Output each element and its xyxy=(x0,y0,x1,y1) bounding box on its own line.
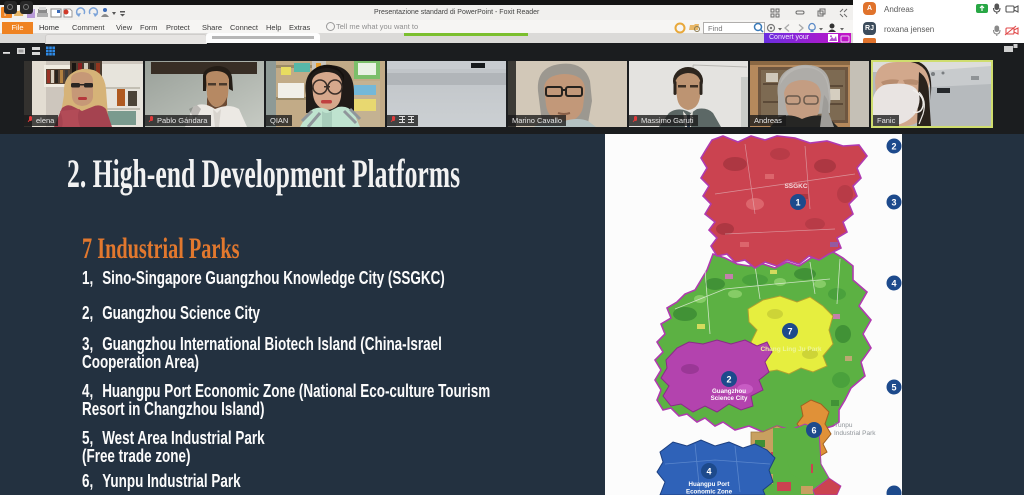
svg-text:2: 2 xyxy=(726,375,731,385)
svg-text:1: 1 xyxy=(795,198,800,208)
svg-text:Huangpu Port: Huangpu Port xyxy=(689,481,730,488)
svg-text:7: 7 xyxy=(787,327,792,337)
svg-text:Chang Ling Ju Park: Chang Ling Ju Park xyxy=(760,346,821,353)
svg-text:SSGKC: SSGKC xyxy=(784,183,807,190)
svg-text:4: 4 xyxy=(706,467,711,477)
svg-text:Science City: Science City xyxy=(711,395,748,402)
svg-text:Guangzhou: Guangzhou xyxy=(712,388,746,395)
svg-text:6: 6 xyxy=(811,426,816,436)
svg-text:3: 3 xyxy=(891,198,896,208)
svg-text:2: 2 xyxy=(891,142,896,152)
svg-text:4: 4 xyxy=(891,279,896,289)
svg-text:Economic Zone: Economic Zone xyxy=(686,489,733,495)
svg-text:Yunpu: Yunpu xyxy=(834,422,853,429)
svg-text:5: 5 xyxy=(891,383,896,393)
svg-text:Industrial Park: Industrial Park xyxy=(834,430,876,437)
